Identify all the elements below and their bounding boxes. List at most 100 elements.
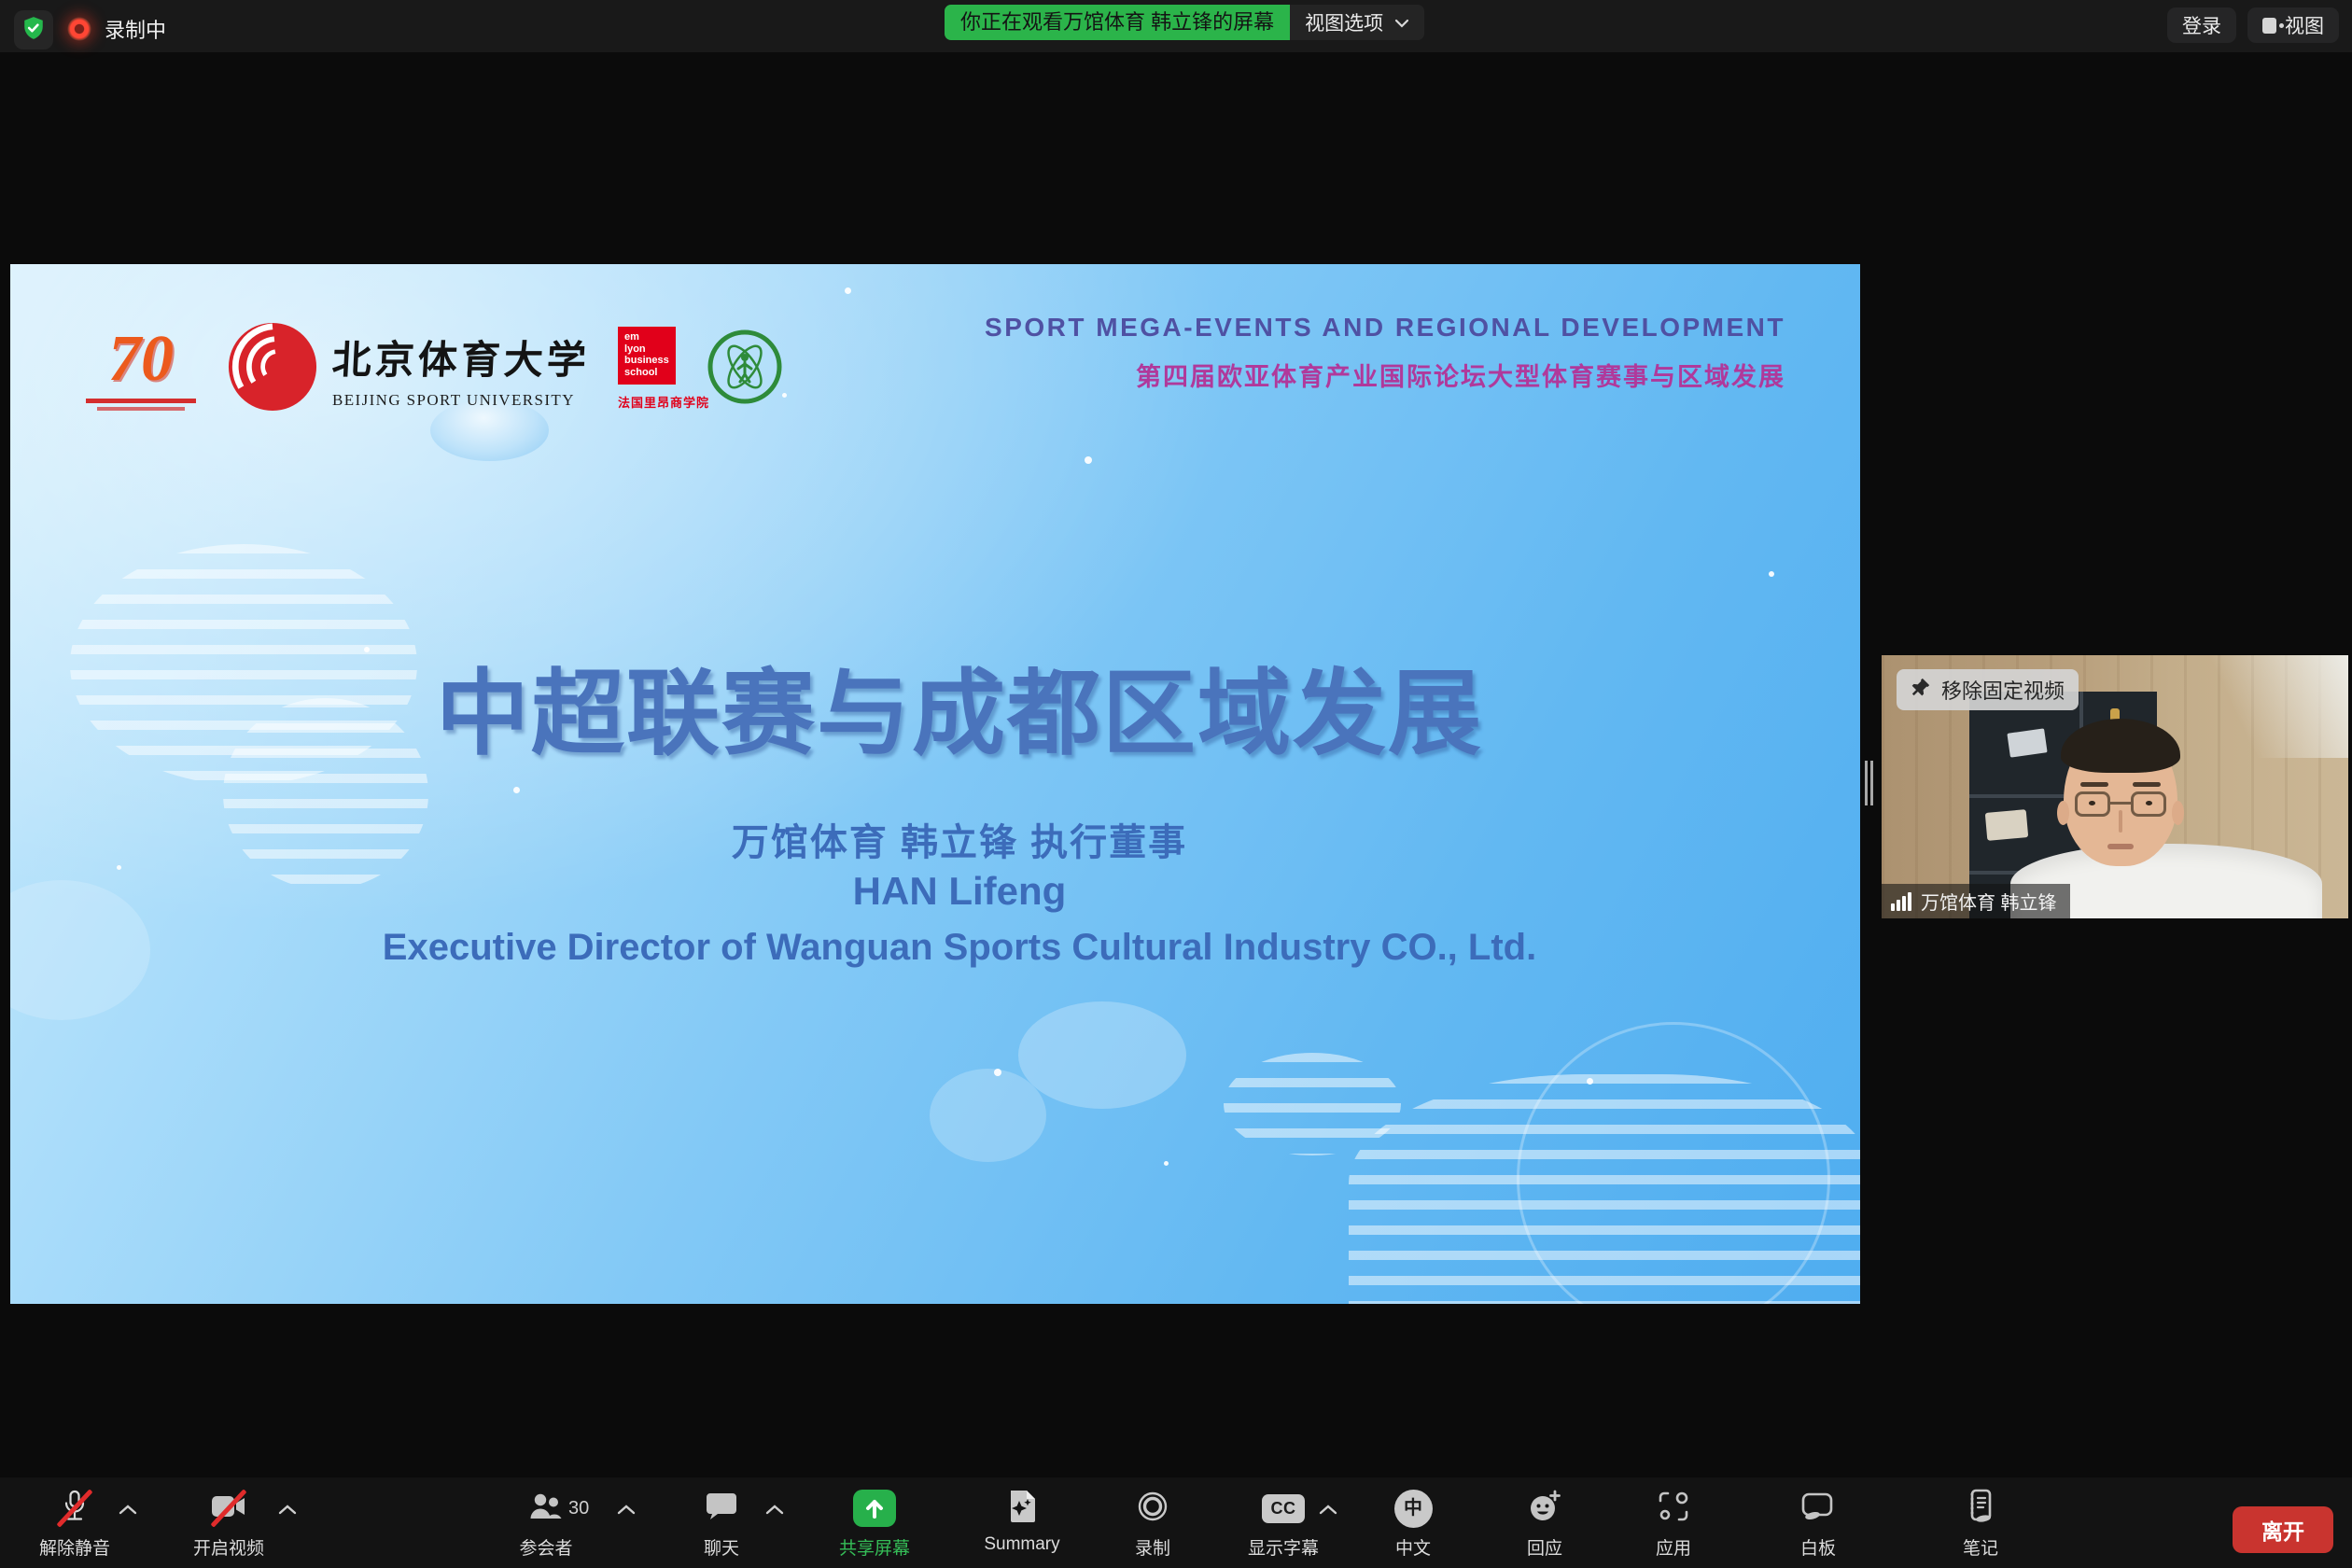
reactions-button[interactable]: 回应 (1470, 1487, 1619, 1560)
viewing-banner-text: 你正在观看万馆体育 韩立锋的屏幕 (945, 5, 1290, 40)
top-bar: 录制中 你正在观看万馆体育 韩立锋的屏幕 视图选项 登录 视图 (0, 0, 2352, 52)
presenter-ear (2057, 801, 2069, 825)
start-video-button[interactable]: 开启视频 (154, 1487, 303, 1560)
sparkle-dot (845, 287, 851, 294)
sparkle-dot (994, 1069, 1001, 1076)
anniversary-70-number: 70 (82, 327, 200, 392)
captions-label: 显示字幕 (1209, 1534, 1358, 1560)
video-light-corner (2171, 655, 2348, 758)
plaque-decoration (2007, 728, 2047, 757)
shared-screen-slide: 70 北京体育大学 BEIJING SPORT UNIVERSITY em ly… (10, 264, 1860, 1304)
slide-header: SPORT MEGA-EVENTS AND REGIONAL DEVELOPME… (985, 313, 1785, 393)
presenter-ear (2172, 801, 2184, 825)
apps-button[interactable]: 应用 (1599, 1487, 1748, 1560)
notes-icon (1966, 1489, 1995, 1529)
leave-meeting-button[interactable]: 离开 (2233, 1506, 2333, 1553)
top-right-controls: 登录 视图 (2167, 7, 2339, 43)
view-label: 视图 (2285, 11, 2324, 39)
participants-count: 30 (568, 1498, 589, 1519)
unmute-button[interactable]: 解除静音 (0, 1487, 149, 1560)
whiteboard-button[interactable]: 白板 (1743, 1487, 1893, 1560)
apps-label: 应用 (1599, 1534, 1748, 1560)
presenter-title-english: Executive Director of Wanguan Sports Cul… (59, 927, 1860, 969)
anniversary-70-logo: 70 (82, 327, 200, 411)
sparkle-dot (513, 787, 520, 793)
apps-icon (1657, 1490, 1690, 1528)
bsu-swirl-icon (228, 322, 317, 416)
chevron-down-icon (1394, 11, 1409, 34)
whiteboard-label: 白板 (1743, 1534, 1893, 1560)
share-screen-button[interactable]: 共享屏幕 (800, 1487, 949, 1560)
share-screen-icon (853, 1490, 896, 1527)
anniversary-caption-bar (97, 407, 185, 411)
participants-options-chevron[interactable] (616, 1504, 637, 1520)
captions-options-chevron[interactable] (1318, 1504, 1338, 1520)
whiteboard-icon (1800, 1491, 1836, 1526)
security-button[interactable] (14, 10, 53, 49)
reactions-smiley-icon (1527, 1489, 1562, 1529)
captions-button[interactable]: CC 显示字幕 (1209, 1487, 1358, 1560)
presenter-mouth (2107, 844, 2134, 849)
sparkle-dot (782, 393, 787, 398)
recording-label: 录制中 (105, 14, 166, 44)
recording-indicator: 录制中 (67, 12, 166, 46)
participant-name: 万馆体育 韩立锋 (1921, 888, 2057, 915)
signal-strength-icon (1891, 892, 1911, 911)
layout-view-icon (2262, 18, 2276, 34)
chat-options-chevron[interactable] (764, 1504, 785, 1520)
emlyon-line: em (624, 331, 676, 343)
notes-label: 笔记 (1906, 1534, 2055, 1560)
panel-resize-handle[interactable] (1865, 761, 1873, 805)
ring-decoration (1517, 1022, 1830, 1304)
summary-label: Summary (947, 1534, 1097, 1555)
presenter-eye (2089, 801, 2095, 805)
audio-options-chevron[interactable] (118, 1504, 138, 1520)
recording-dot-icon (67, 17, 91, 41)
unmute-label: 解除静音 (0, 1534, 149, 1560)
anniversary-caption-bar (86, 399, 196, 403)
presenter-nose (2119, 810, 2122, 833)
sign-in-label: 登录 (2182, 11, 2221, 39)
viewing-banner: 你正在观看万馆体育 韩立锋的屏幕 视图选项 (945, 5, 1424, 40)
participants-button[interactable]: 30 参会者 (471, 1487, 621, 1560)
forum-title-chinese: 第四届欧亚体育产业国际论坛大型体育赛事与区域发展 (985, 357, 1785, 393)
card-decoration (1985, 809, 2028, 841)
remove-pin-label: 移除固定视频 (1941, 675, 2065, 705)
emlyon-line: lyon (624, 343, 676, 356)
summary-button[interactable]: Summary (947, 1487, 1097, 1555)
language-label: 中文 (1338, 1534, 1488, 1560)
presenter-eye (2146, 801, 2152, 805)
participant-name-tag: 万馆体育 韩立锋 (1882, 884, 2070, 918)
emlyon-line: business (624, 355, 676, 367)
ai-summary-icon (1007, 1489, 1037, 1529)
chat-label: 聊天 (647, 1534, 796, 1560)
forum-title-english: SPORT MEGA-EVENTS AND REGIONAL DEVELOPME… (985, 313, 1785, 343)
chat-bubble-icon (706, 1491, 737, 1526)
bsu-chinese-name: 北京体育大学 (330, 329, 591, 385)
shield-check-icon (21, 16, 46, 45)
record-button[interactable]: 录制 (1078, 1487, 1227, 1560)
language-button[interactable]: 中 中文 (1338, 1487, 1488, 1560)
logos-row: 70 北京体育大学 BEIJING SPORT UNIVERSITY em ly… (82, 320, 782, 417)
video-options-chevron[interactable] (277, 1504, 298, 1520)
view-options-button[interactable]: 视图选项 (1290, 5, 1424, 40)
participants-label: 参会者 (471, 1534, 621, 1560)
chat-button[interactable]: 聊天 (647, 1487, 796, 1560)
sparkle-dot (1085, 456, 1092, 464)
soft-blob-decoration (930, 1069, 1046, 1162)
meeting-toolbar: 解除静音 开启视频 30 参会者 (0, 1477, 2352, 1568)
notes-button[interactable]: 笔记 (1906, 1487, 2055, 1560)
zoom-meeting-window: 录制中 你正在观看万馆体育 韩立锋的屏幕 视图选项 登录 视图 (0, 0, 2352, 1568)
sparkle-dot (1587, 1078, 1593, 1085)
reactions-label: 回应 (1470, 1534, 1619, 1560)
pinned-video-tile[interactable]: 移除固定视频 万馆体育 韩立锋 (1882, 655, 2348, 918)
record-label: 录制 (1078, 1534, 1227, 1560)
emlyon-square: em lyon business school (618, 327, 676, 385)
remove-pin-button[interactable]: 移除固定视频 (1897, 669, 2079, 710)
share-screen-label: 共享屏幕 (800, 1534, 949, 1560)
view-button[interactable]: 视图 (2247, 7, 2339, 43)
sign-in-button[interactable]: 登录 (2167, 7, 2236, 43)
slide-title: 中超联赛与成都区域发展 (59, 637, 1860, 773)
presenter-eyebrow (2133, 782, 2161, 787)
striped-blob-decoration (1224, 1053, 1401, 1155)
